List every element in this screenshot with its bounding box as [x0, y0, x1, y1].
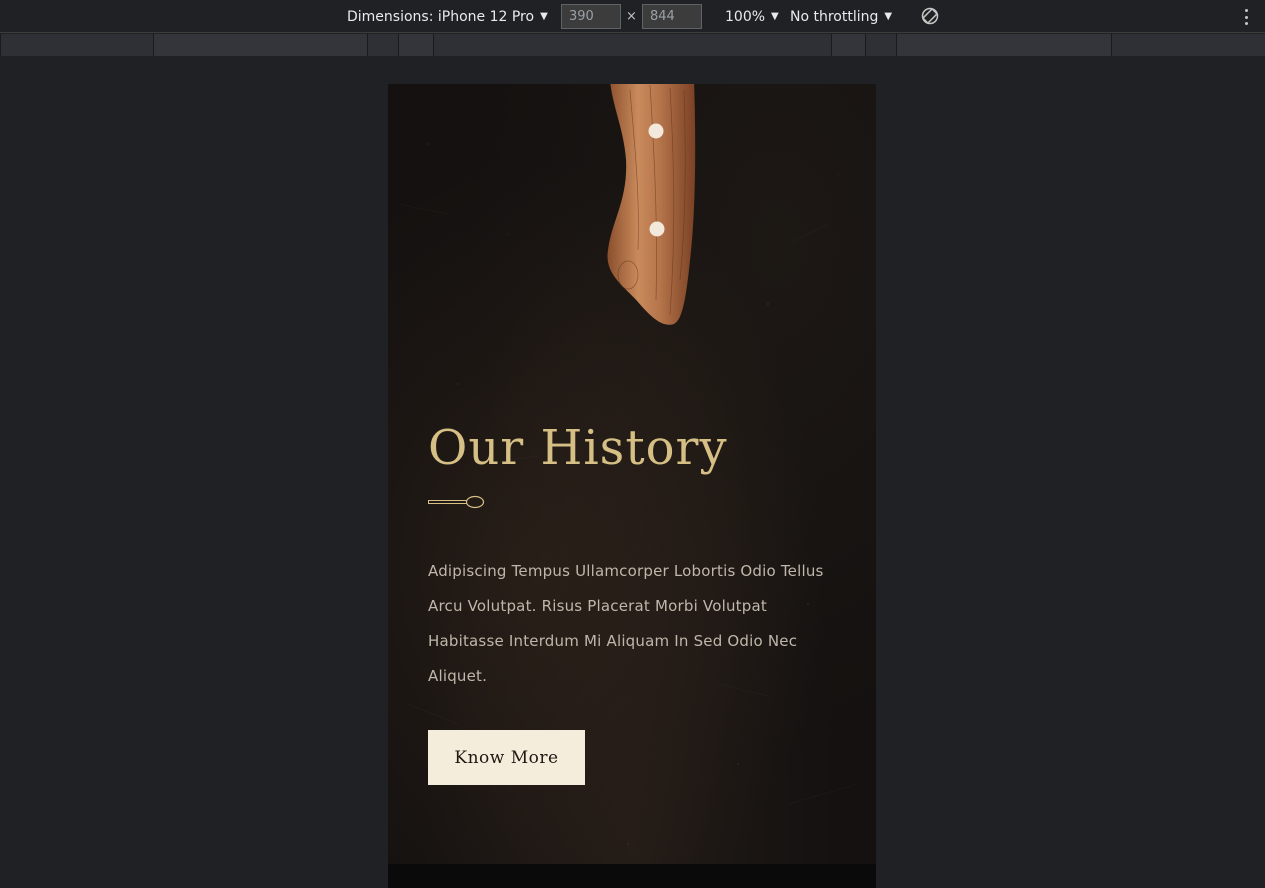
- history-description: Adipiscing Tempus Ullamcorper Lobortis O…: [428, 562, 824, 685]
- media-query-bar[interactable]: [433, 34, 831, 56]
- height-input[interactable]: 844: [642, 4, 702, 29]
- device-select-label: Dimensions: iPhone 12 Pro: [347, 8, 535, 25]
- chevron-down-icon: ▼: [771, 11, 779, 22]
- media-query-bar[interactable]: [0, 34, 153, 56]
- kebab-menu-icon[interactable]: [1238, 7, 1254, 27]
- media-query-ruler: [0, 34, 1265, 56]
- zoom-select[interactable]: 100% ▼: [725, 0, 779, 33]
- history-title: Our History: [428, 420, 728, 476]
- media-query-bar[interactable]: [153, 34, 367, 56]
- throttling-select[interactable]: No throttling ▼: [790, 0, 892, 33]
- chevron-down-icon: ▼: [540, 11, 548, 22]
- media-query-bar[interactable]: [1111, 34, 1265, 56]
- know-more-button[interactable]: Know More: [428, 730, 585, 785]
- media-query-bar[interactable]: [865, 34, 896, 56]
- device-select[interactable]: Dimensions: iPhone 12 Pro ▼: [347, 0, 548, 33]
- rotate-icon[interactable]: [920, 6, 940, 26]
- zoom-label: 100%: [725, 8, 766, 25]
- times-icon: ×: [626, 9, 637, 24]
- device-toolbar: Dimensions: iPhone 12 Pro ▼ 390 × 844 10…: [0, 0, 1265, 33]
- width-input[interactable]: 390: [561, 4, 621, 29]
- media-query-bar[interactable]: [896, 34, 1111, 56]
- media-query-bar[interactable]: [367, 34, 398, 56]
- media-query-bar[interactable]: [831, 34, 865, 56]
- spoon-icon: [428, 495, 485, 509]
- knife-handle-image: [607, 84, 696, 325]
- media-query-bar[interactable]: [398, 34, 433, 56]
- chevron-down-icon: ▼: [884, 11, 893, 22]
- throttling-label: No throttling: [790, 8, 879, 25]
- device-viewport: Our History Adipiscing Tempus Ullamcorpe…: [388, 84, 876, 888]
- next-section-edge: [388, 864, 876, 888]
